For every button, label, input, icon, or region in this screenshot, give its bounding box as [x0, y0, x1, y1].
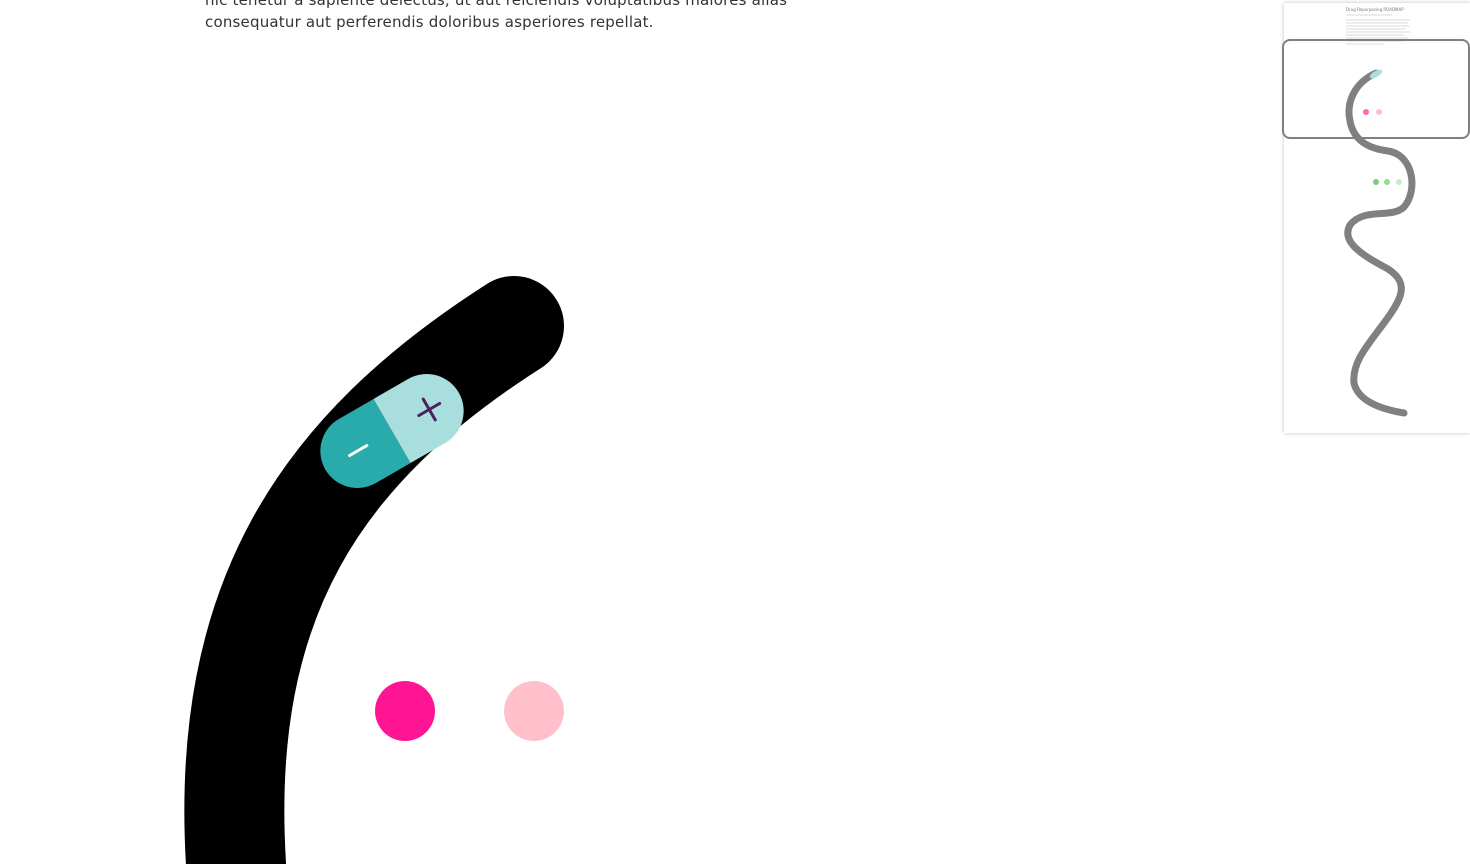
minimap-dot-green-3: [1396, 179, 1402, 185]
minimap-dot-green-1: [1373, 179, 1379, 185]
minimap-title: Drug Repurposing ROADMAP: [1346, 7, 1404, 12]
roadmap-canvas: [184, 276, 564, 864]
progress-dot-inactive[interactable]: [504, 681, 564, 741]
progress-dot-active[interactable]: [375, 681, 435, 741]
minimap-dot-green-2: [1384, 179, 1390, 185]
minimap-viewport-indicator[interactable]: [1282, 39, 1470, 139]
